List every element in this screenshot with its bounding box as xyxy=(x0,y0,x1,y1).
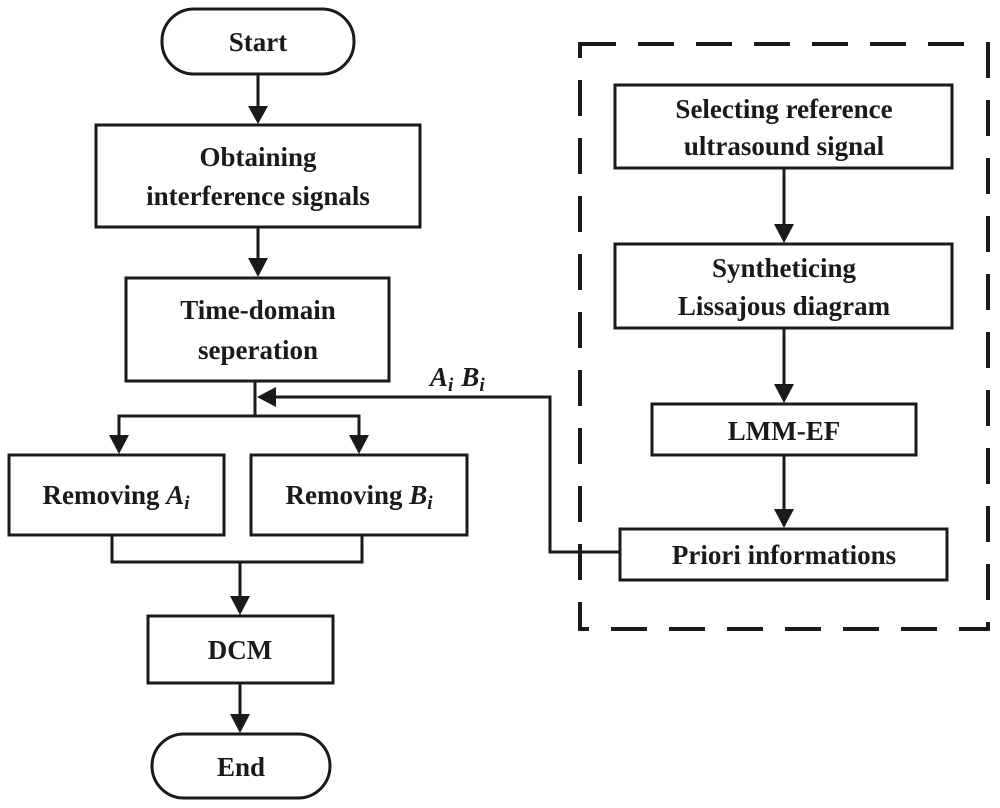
node-time-domain: Time-domain seperation xyxy=(124,276,391,383)
arrowhead-icon xyxy=(248,106,268,124)
feedback-label: Ai Bi xyxy=(428,362,485,396)
node-selecting-line1: Selecting reference xyxy=(675,94,892,124)
node-synthesizing-line1: Syntheticing xyxy=(712,253,857,283)
arrowhead-icon xyxy=(230,714,250,733)
flowchart: Ai Bi Start Obtaining interference signal… xyxy=(7,7,990,800)
arrowhead-icon xyxy=(774,384,794,403)
node-obtaining-line2: interference signals xyxy=(146,181,370,211)
node-start: Start xyxy=(160,7,356,76)
node-selecting: Selecting reference ultrasound signal xyxy=(613,83,954,170)
arrowhead-icon xyxy=(774,224,794,243)
node-dcm-label: DCM xyxy=(208,635,272,665)
arrowhead-icon xyxy=(248,258,268,277)
arrowhead-icon xyxy=(230,596,250,615)
node-removing-b: Removing Bi xyxy=(249,453,469,537)
node-start-label: Start xyxy=(229,27,287,57)
node-synthesizing-line2: Lissajous diagram xyxy=(678,291,891,321)
node-obtaining: Obtaining interference signals xyxy=(94,123,422,229)
node-removing-a-label: Removing Ai xyxy=(42,480,190,514)
arrowhead-icon xyxy=(774,509,794,528)
side-connectors xyxy=(774,168,794,528)
edge-branch xyxy=(117,414,361,440)
node-obtaining-line1: Obtaining xyxy=(199,142,317,172)
node-removing-a: Removing Ai xyxy=(7,453,226,537)
arrowhead-left-icon xyxy=(257,387,276,407)
node-end-label: End xyxy=(217,752,265,782)
node-time-domain-line1: Time-domain xyxy=(180,295,336,325)
node-synthesizing: Syntheticing Lissajous diagram xyxy=(613,242,954,330)
arrowhead-icon xyxy=(109,435,129,454)
node-removing-b-label: Removing Bi xyxy=(285,480,433,514)
node-lmm-ef-label: LMM-EF xyxy=(728,416,840,446)
node-end: End xyxy=(150,732,332,800)
node-selecting-line2: ultrasound signal xyxy=(684,131,885,161)
edge-merge xyxy=(110,535,364,564)
node-priori-label: Priori informations xyxy=(672,540,896,570)
arrowhead-icon xyxy=(349,435,369,454)
node-dcm: DCM xyxy=(146,614,335,685)
node-lmm-ef: LMM-EF xyxy=(650,402,918,457)
node-priori: Priori informations xyxy=(618,527,949,582)
node-time-domain-line2: seperation xyxy=(198,335,318,365)
